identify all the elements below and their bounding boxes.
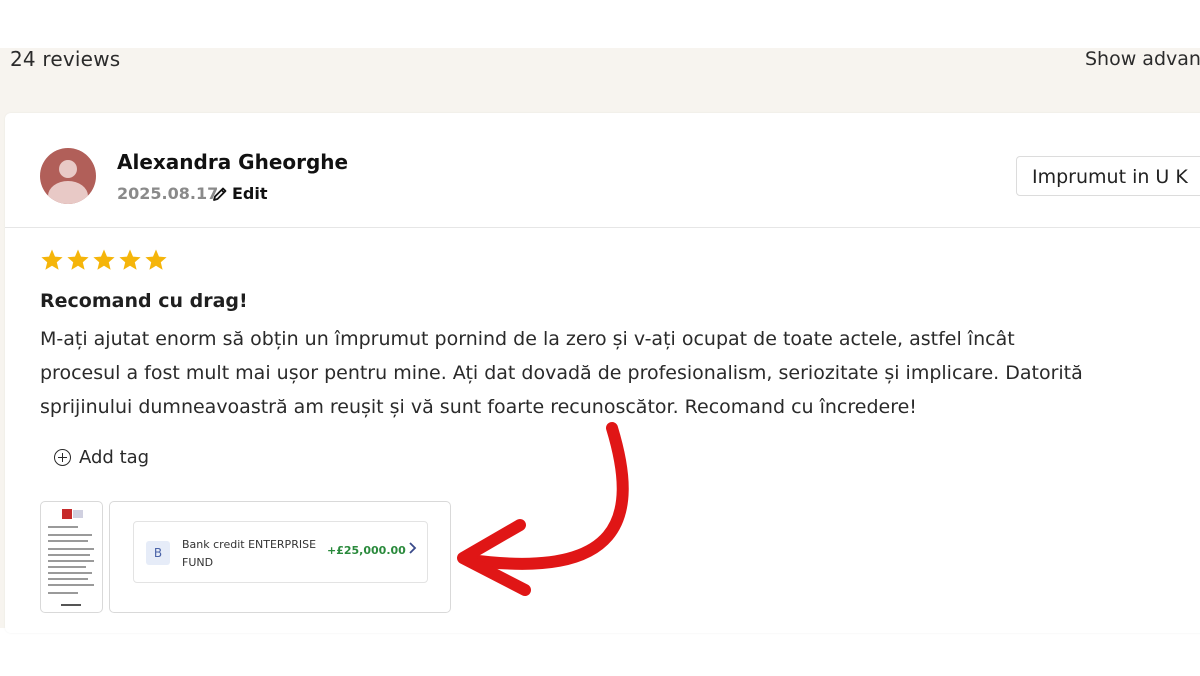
add-tag-button[interactable]: Add tag <box>54 447 149 468</box>
transaction-amount: +£25,000.00 <box>327 544 406 557</box>
edit-button[interactable]: Edit <box>212 184 268 203</box>
review-body-line: sprijinului dumneavoastră am reușit și v… <box>40 396 917 418</box>
star-icon <box>119 249 141 270</box>
attachment-transaction-thumbnail[interactable]: B Bank credit ENTERPRISE FUND +£25,000.0… <box>109 501 451 613</box>
avatar <box>40 148 96 204</box>
star-icon <box>41 249 63 270</box>
document-text-line <box>48 560 94 562</box>
star-icon <box>145 249 167 270</box>
product-tag[interactable]: Imprumut in U K <box>1016 156 1200 196</box>
plus-circle-icon <box>54 449 71 466</box>
review-title: Recomand cu drag! <box>40 290 248 312</box>
add-tag-label: Add tag <box>79 447 150 468</box>
document-logo-icon <box>62 509 72 519</box>
transaction-row: B Bank credit ENTERPRISE FUND +£25,000.0… <box>133 521 428 583</box>
avatar-head <box>59 160 77 178</box>
document-signature-line <box>61 604 81 606</box>
bank-badge: B <box>146 541 170 565</box>
document-text-line <box>48 534 92 536</box>
document-text-line <box>48 566 86 568</box>
review-date: 2025.08.17 <box>117 184 219 203</box>
transaction-name: Bank credit ENTERPRISE FUND <box>182 538 317 569</box>
chevron-right-icon <box>408 541 418 559</box>
avatar-body <box>48 181 88 204</box>
document-text-line <box>48 554 90 556</box>
star-rating <box>40 248 168 272</box>
edit-label: Edit <box>232 184 268 203</box>
document-logo-mark <box>73 510 83 518</box>
review-body-line: procesul a fost mult mai ușor pentru min… <box>40 362 1083 384</box>
star-icon <box>67 249 89 270</box>
review-body-line: M-ați ajutat enorm să obțin un împrumut … <box>40 328 1015 350</box>
document-text-line <box>48 592 78 594</box>
document-text-line <box>48 540 88 542</box>
reviewer-name: Alexandra Gheorghe <box>117 150 349 174</box>
header-divider <box>5 227 1200 228</box>
show-advanced-link[interactable]: Show advanced <box>1085 48 1200 70</box>
attachment-document-thumbnail[interactable] <box>40 501 103 613</box>
document-text-line <box>48 548 94 550</box>
document-text-line <box>48 526 78 528</box>
review-body: M-ați ajutat enorm să obțin un împrumut … <box>40 322 1200 424</box>
document-text-line <box>48 572 92 574</box>
pencil-icon <box>213 187 227 201</box>
document-text-line <box>48 578 88 580</box>
document-text-line <box>48 584 94 586</box>
review-count: 24 reviews <box>10 47 121 71</box>
star-icon <box>93 249 115 270</box>
